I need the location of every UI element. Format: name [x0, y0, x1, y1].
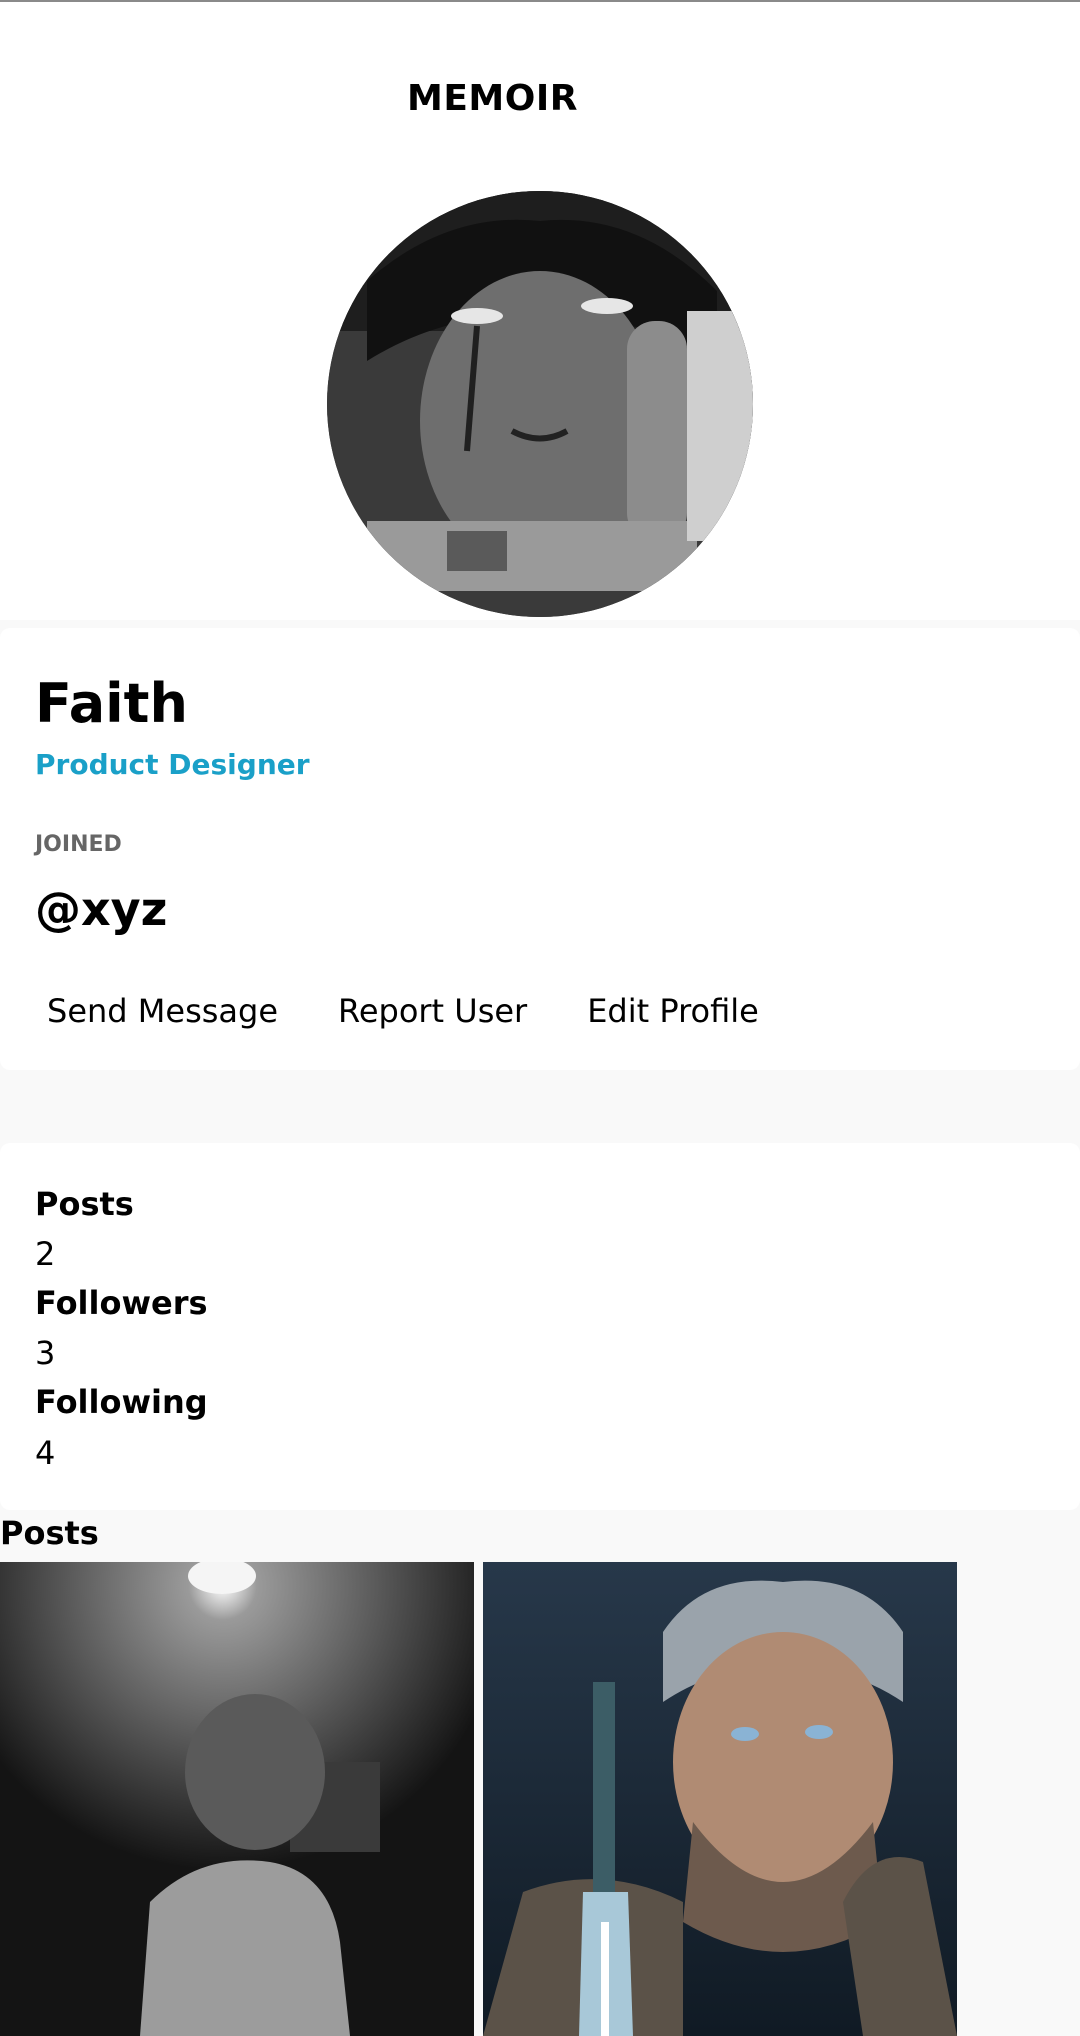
avatar[interactable]	[327, 191, 753, 617]
profile-name: Faith	[35, 672, 188, 735]
posts-section-title: Posts	[0, 1514, 99, 1552]
profile-role: Product Designer	[35, 748, 310, 781]
report-user-button[interactable]: Report User	[326, 992, 539, 1030]
avatar-image	[327, 191, 753, 617]
followers-count-value[interactable]: 3	[35, 1334, 55, 1372]
app-brand: MEMOIR	[407, 78, 578, 119]
followers-count-label[interactable]: Followers	[35, 1284, 208, 1322]
joined-label: JOINED	[35, 832, 122, 857]
stats-card: Posts 2 Followers 3 Following 4	[0, 1143, 1080, 1510]
post-thumbnail[interactable]	[0, 1562, 474, 2036]
send-message-button[interactable]: Send Message	[35, 992, 290, 1030]
profile-handle: @xyz	[35, 882, 168, 936]
post-thumbnail[interactable]	[483, 1562, 957, 2036]
profile-actions: Send Message Report User Edit Profile	[35, 992, 807, 1030]
profile-card: Faith Product Designer JOINED @xyz Send …	[0, 628, 1080, 1070]
posts-count-value: 2	[35, 1235, 56, 1273]
following-count-label[interactable]: Following	[35, 1383, 208, 1421]
post-image	[0, 1562, 474, 2036]
edit-profile-button[interactable]: Edit Profile	[575, 992, 771, 1030]
profile-header: MEMOIR	[0, 2, 1080, 620]
following-count-value[interactable]: 4	[35, 1434, 55, 1472]
post-image	[483, 1562, 957, 2036]
profile-page: MEMOIR Faith Product Designer JOINED @xy…	[0, 0, 1080, 2036]
posts-count-label: Posts	[35, 1185, 134, 1223]
